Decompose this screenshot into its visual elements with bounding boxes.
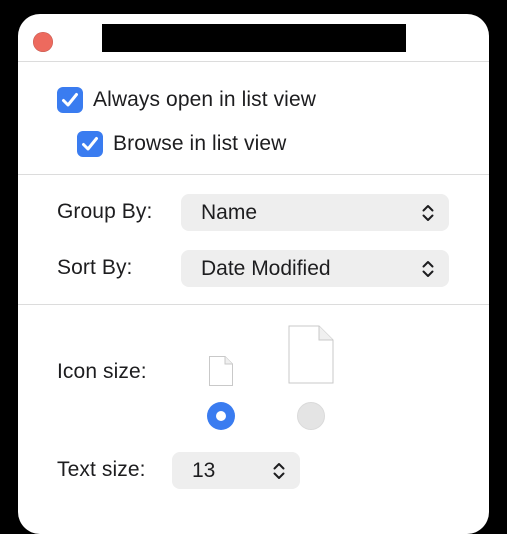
sort-by-value: Date Modified — [201, 256, 331, 280]
sort-by-popup[interactable]: Date Modified — [181, 250, 449, 287]
group-by-label: Group By: — [57, 200, 153, 223]
group-by-popup[interactable]: Name — [181, 194, 449, 231]
text-size-popup[interactable]: 13 — [172, 452, 300, 489]
view-options-window: Always open in list view Browse in list … — [18, 14, 489, 534]
up-down-chevron-icon — [273, 463, 285, 479]
up-down-chevron-icon — [422, 205, 434, 221]
text-size-label: Text size: — [57, 458, 146, 481]
text-size-value: 13 — [192, 458, 216, 482]
up-down-chevron-icon — [422, 261, 434, 277]
group-by-value: Name — [201, 200, 258, 224]
divider — [18, 61, 489, 62]
browse-list-view-row[interactable]: Browse in list view — [77, 131, 286, 157]
document-icon — [288, 325, 334, 384]
always-open-list-view-label: Always open in list view — [93, 88, 316, 111]
close-button[interactable] — [33, 32, 53, 52]
always-open-list-view-checkbox[interactable] — [57, 87, 83, 113]
sort-by-label: Sort By: — [57, 256, 133, 279]
document-icon — [209, 356, 233, 386]
icon-size-large-radio[interactable] — [297, 402, 325, 430]
icon-size-small-radio[interactable] — [207, 402, 235, 430]
always-open-list-view-row[interactable]: Always open in list view — [57, 87, 316, 113]
browse-list-view-label: Browse in list view — [113, 132, 287, 155]
browse-list-view-checkbox[interactable] — [77, 131, 103, 157]
icon-size-label: Icon size: — [57, 360, 147, 383]
checkmark-icon — [62, 93, 78, 107]
checkmark-icon — [82, 137, 98, 151]
divider — [18, 174, 489, 175]
divider — [18, 304, 489, 305]
radio-selected-dot — [216, 411, 226, 421]
window-title-redacted — [102, 24, 406, 52]
title-bar — [18, 14, 489, 61]
